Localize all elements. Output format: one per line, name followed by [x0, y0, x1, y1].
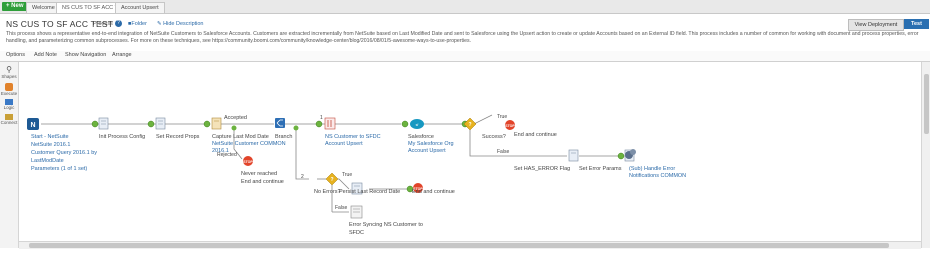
salesforce-label-2: Account Upsert — [408, 148, 446, 154]
vertical-scroll-thumb[interactable] — [924, 74, 929, 134]
error-syncing-0: Error Syncing NS Customer to — [349, 222, 423, 228]
svg-text:sf: sf — [416, 123, 419, 127]
tool-shapes-label: Shapes — [1, 74, 17, 79]
start-label-0: Start - NetSuite — [31, 134, 69, 140]
tab-account-upsert[interactable]: Account Upsert — [115, 2, 165, 13]
hide-description-link[interactable]: ✎ Hide Description — [157, 21, 204, 27]
tool-logic-label: Logic — [3, 105, 15, 110]
help-icon[interactable]: ? — [115, 20, 122, 27]
pencil-icon: ✎ — [157, 21, 162, 27]
connector-dot[interactable] — [315, 120, 323, 128]
menu-show-navigation[interactable]: Show Navigation — [65, 52, 106, 58]
sub-handle-error-0: (Sub) Handle Error — [629, 166, 675, 172]
never-reached-0: Never reached — [241, 171, 277, 177]
connector-dot[interactable] — [91, 120, 99, 128]
process-canvas[interactable]: N Start - NetSuite NetSuite 2016.1 Custo… — [19, 62, 921, 248]
never-reached-1: End and continue — [241, 179, 284, 185]
rejected-label: Rejected — [217, 152, 237, 158]
map-label-0: NS Customer to SFDC — [325, 134, 381, 140]
connector-dot[interactable] — [293, 125, 299, 131]
tool-shapes[interactable]: ⚲ Shapes — [0, 65, 18, 79]
capture-last-mod-date-shape[interactable] — [211, 117, 222, 130]
start-label-1: NetSuite 2016.1 — [31, 142, 70, 148]
end-continue-label: End and continue — [514, 132, 557, 138]
svg-text:STOP: STOP — [243, 160, 253, 164]
capture-label-0: Capture Last Mod Date — [212, 134, 269, 140]
sub-handle-error-1: Notifications COMMON — [629, 173, 686, 179]
persist-label: Persist Last Record Date — [339, 189, 400, 195]
true2-label: True — [342, 172, 352, 178]
connector-dot[interactable] — [203, 120, 211, 128]
tool-palette: ⚲ Shapes Execute Logic Connect — [0, 62, 19, 248]
process-diagram: N Start - NetSuite NetSuite 2016.1 Custo… — [27, 114, 686, 236]
set-record-props-label: Set Record Props — [156, 134, 200, 140]
set-record-props-shape[interactable] — [155, 117, 166, 130]
process-description: This process shows a representative end-… — [6, 31, 919, 44]
svg-text:?: ? — [330, 177, 333, 183]
init-label: Init Process Config — [99, 134, 145, 140]
false-label: False — [497, 149, 509, 155]
false2-label: False — [335, 205, 347, 211]
salesforce-connector-shape[interactable]: sf — [410, 119, 424, 129]
error-syncing-shape[interactable] — [350, 205, 363, 219]
set-error-params-label: Set Error Params — [579, 166, 622, 172]
accepted-label: Accepted — [224, 115, 247, 121]
end-continue-shape[interactable]: STOP — [505, 120, 515, 130]
menu-add-note[interactable]: Add Note — [34, 52, 57, 58]
svg-text:STOP: STOP — [505, 124, 515, 128]
success-label: Success? — [482, 134, 506, 140]
salesforce-label-0: Salesforce — [408, 134, 434, 140]
branch-label: Branch — [275, 134, 292, 140]
magnifier-icon: ⚲ — [6, 65, 12, 74]
menu-bar — [0, 51, 930, 62]
salesforce-label-1: My Salesforce Org — [408, 141, 454, 147]
no-errors-decision-shape[interactable]: ? — [325, 172, 339, 186]
component-type: Process — [93, 21, 113, 27]
tool-execute-label: Execute — [0, 91, 18, 96]
svg-text:?: ? — [468, 122, 471, 128]
start-label-2: Customer Query 2016.1 by — [31, 150, 97, 156]
tool-connect[interactable]: Connect — [0, 114, 18, 125]
connector-dot[interactable] — [401, 120, 409, 128]
branch-shape[interactable] — [275, 118, 285, 128]
connectors — [41, 114, 623, 213]
hide-description-label: Hide Description — [163, 21, 204, 27]
map-label-1: Account Upsert — [325, 141, 363, 147]
set-has-error-shape[interactable] — [568, 149, 579, 162]
start-shape[interactable]: N — [27, 118, 39, 130]
true-label: True — [497, 114, 507, 120]
connector-dot[interactable] — [617, 152, 625, 160]
start-label-4: Parameters (1 of 1 set) — [31, 166, 87, 172]
folder-link[interactable]: ■Folder — [128, 21, 147, 27]
tool-connect-label: Connect — [0, 120, 18, 125]
svg-text:N: N — [30, 122, 35, 129]
connector-dot[interactable] — [231, 125, 237, 131]
success-decision-shape[interactable]: ? — [463, 117, 477, 131]
branch-2-label: 2 — [301, 174, 304, 180]
menu-arrange[interactable]: Arrange — [112, 52, 132, 58]
tool-execute[interactable]: Execute — [0, 83, 18, 96]
vertical-scrollbar[interactable] — [921, 62, 930, 248]
horizontal-scroll-thumb[interactable] — [29, 243, 889, 248]
error-syncing-1: SFDC — [349, 230, 364, 236]
test-button[interactable]: Test — [904, 19, 929, 29]
set-has-error-label: Set HAS_ERROR Flag — [514, 166, 570, 172]
capture-label-1: NetSuite Customer COMMON — [212, 141, 286, 147]
map-shape[interactable] — [324, 117, 336, 130]
connector-dot[interactable] — [147, 120, 155, 128]
start-label-3: LastModDate — [31, 158, 64, 164]
menu-options[interactable]: Options — [6, 52, 25, 58]
new-button[interactable]: + New — [2, 2, 28, 11]
tab-bar: + New Welcome NS CUS TO SF ACC TEST Acco… — [0, 0, 930, 14]
end-continue-2-label: End and continue — [412, 189, 455, 195]
folder-label: Folder — [131, 21, 147, 27]
never-reached-stop-shape[interactable]: STOP — [243, 156, 253, 166]
no-errors-label: No Errors? — [314, 189, 341, 195]
view-deployment-button[interactable]: View Deployment — [848, 19, 904, 31]
init-process-config-shape[interactable] — [98, 117, 109, 130]
tool-logic[interactable]: Logic — [0, 99, 18, 110]
branch-1-label: 1 — [320, 115, 323, 121]
execute-icon — [5, 83, 13, 91]
